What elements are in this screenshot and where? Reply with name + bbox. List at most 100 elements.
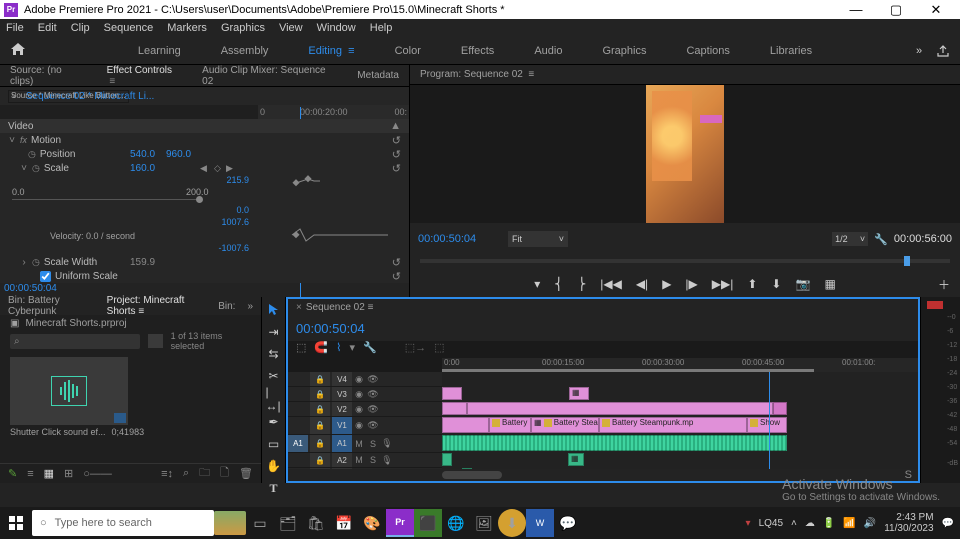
resolution-dropdown[interactable]: 1/2˅ — [832, 232, 868, 246]
minecraft-icon[interactable]: ⬛ — [414, 509, 442, 537]
menu-view[interactable]: View — [279, 22, 303, 34]
lock-a2[interactable]: 🔒 — [310, 453, 330, 467]
icon-view-icon[interactable]: ▦ — [44, 467, 54, 480]
settings-icon[interactable]: 🔧 — [363, 341, 377, 354]
ws-learning[interactable]: Learning — [138, 45, 181, 57]
project-tab[interactable]: Project: Minecraft Shorts ≡ — [107, 295, 207, 317]
stopwatch-icon[interactable]: ◷ — [32, 163, 40, 174]
ws-captions[interactable]: Captions — [686, 45, 729, 57]
program-monitor[interactable] — [410, 85, 960, 223]
target-a2[interactable]: A2 — [332, 453, 352, 467]
scale-keyframe-graph[interactable] — [258, 175, 388, 215]
new-bin-button[interactable]: 🗀 — [199, 464, 210, 483]
lock-v3[interactable]: 🔒 — [310, 387, 330, 401]
selection-tool[interactable] — [266, 303, 282, 317]
taskbar-search[interactable]: ○ Type here to search — [32, 510, 214, 536]
timeline-timecode[interactable]: 00:00:50:04 — [288, 321, 418, 336]
insert-icon[interactable]: ⬚→ — [405, 341, 426, 354]
mark-out-icon[interactable]: ⎬ — [577, 277, 586, 291]
eye-v4[interactable]: 👁 — [366, 372, 380, 386]
overwrite-icon[interactable]: ⬚ — [434, 341, 444, 354]
delete-icon[interactable]: 🗑 — [239, 467, 253, 480]
target-v4[interactable]: V4 — [332, 372, 352, 386]
news-icon[interactable] — [214, 511, 246, 535]
pen-tool[interactable]: ✒ — [266, 415, 282, 429]
tray-battery-icon[interactable]: 🔋 — [823, 518, 835, 529]
slip-tool[interactable]: |↔| — [266, 391, 282, 407]
item-name[interactable]: Shutter Click sound ef... — [10, 427, 106, 437]
program-timecode[interactable]: 00:00:50:04 — [418, 233, 508, 245]
mute-a1[interactable]: M — [352, 435, 366, 452]
menu-window[interactable]: Window — [317, 22, 356, 34]
scale-slider[interactable] — [12, 199, 202, 200]
marker-icon[interactable]: ▾ — [349, 341, 355, 354]
extract-icon[interactable]: ⬇ — [771, 277, 781, 291]
target-v3[interactable]: V3 — [332, 387, 352, 401]
mute-v3[interactable]: ◉ — [352, 387, 366, 401]
lock-v4[interactable]: 🔒 — [310, 372, 330, 386]
razor-tool[interactable]: ✂ — [266, 369, 282, 383]
hand-tool[interactable]: ✋ — [266, 459, 282, 473]
rectangle-tool[interactable]: ▭ — [266, 437, 282, 451]
mute-v4[interactable]: ◉ — [352, 372, 366, 386]
clip-v1-2[interactable]: Battery Sta — [489, 417, 531, 433]
wrench-icon[interactable]: 🔧 — [874, 233, 888, 246]
link-icon[interactable]: ⌇ — [336, 341, 341, 354]
find-icon[interactable]: ⌕ — [183, 467, 189, 480]
sort-icon[interactable]: ≡↕ — [161, 468, 173, 480]
menu-markers[interactable]: Markers — [167, 22, 207, 34]
tray-app-icon[interactable]: ▾ — [746, 518, 751, 529]
lock-a1[interactable]: 🔒 — [310, 435, 330, 452]
src-a1[interactable]: A1 — [288, 435, 308, 452]
bin-tab-1[interactable]: Bin: Battery Cyberpunk — [8, 295, 95, 317]
ec-time-ruler[interactable]: 0 00:00:20:00 00: — [258, 105, 409, 119]
ripple-edit-tool[interactable]: ⇆ — [266, 347, 282, 361]
export-frame-icon[interactable]: 📷 — [795, 277, 810, 291]
scale-slider-thumb[interactable] — [196, 196, 203, 203]
button-editor-icon[interactable]: ＋ — [938, 276, 950, 293]
zoom-slider[interactable]: ○—— — [83, 468, 112, 480]
reset-icon[interactable]: ↺ — [392, 162, 401, 175]
target-v1[interactable]: V1 — [332, 417, 352, 434]
list-view-icon[interactable]: ≡ — [27, 468, 33, 480]
ws-editing[interactable]: Editing ≡ — [308, 45, 354, 57]
ec-motion[interactable]: Motion — [31, 135, 61, 146]
uniform-scale-checkbox[interactable] — [40, 271, 51, 282]
close-button[interactable]: ✕ — [916, 2, 956, 18]
lock-v2[interactable]: 🔒 — [310, 402, 330, 416]
solo-a1[interactable]: S — [366, 435, 380, 452]
store-icon[interactable]: 🛍 — [302, 509, 330, 537]
word-icon[interactable]: W — [526, 509, 554, 537]
ws-libraries[interactable]: Libraries — [770, 45, 812, 57]
explorer-icon[interactable]: 🗂 — [274, 509, 302, 537]
ws-graphics[interactable]: Graphics — [602, 45, 646, 57]
type-tool[interactable]: T — [266, 481, 282, 496]
program-tab[interactable]: Program: Sequence 02 — [420, 69, 523, 80]
tab-metadata[interactable]: Metadata — [357, 70, 399, 81]
kf-next[interactable]: ▶ — [226, 163, 233, 174]
tab-source[interactable]: Source: (no clips) — [10, 65, 87, 87]
calendar-icon[interactable]: 📅 — [330, 509, 358, 537]
zoom-fit-dropdown[interactable]: Fit˅ — [508, 231, 568, 247]
comparison-icon[interactable]: ▦ — [824, 277, 835, 291]
ec-video-toggle[interactable]: ▲ — [390, 120, 401, 132]
clip-a2-1[interactable] — [442, 453, 452, 466]
bin-tab-2[interactable]: Bin: — [218, 301, 235, 312]
tab-audio-mixer[interactable]: Audio Clip Mixer: Sequence 02 — [202, 65, 337, 87]
timeline-scrollbar[interactable]: S — [288, 469, 918, 481]
clip-v1-5[interactable]: Show — [747, 417, 787, 433]
nest-icon[interactable]: ⬚ — [296, 341, 306, 354]
new-item-button[interactable]: 🗋 — [220, 464, 229, 483]
ec-position-y[interactable]: 960.0 — [166, 149, 191, 160]
clip-a2-2[interactable]: ▦ — [568, 453, 584, 466]
freeform-view-icon[interactable]: ⊞ — [64, 467, 73, 480]
mute-v2[interactable]: ◉ — [352, 402, 366, 416]
menu-edit[interactable]: Edit — [38, 22, 57, 34]
bin-overflow[interactable]: » — [247, 301, 253, 312]
new-bin-icon[interactable] — [148, 334, 163, 348]
clip-v1-1[interactable] — [442, 417, 489, 433]
mute-v1[interactable]: ◉ — [352, 417, 366, 434]
mark-in-icon[interactable]: ⎨ — [554, 277, 563, 291]
kf-add[interactable]: ◇ — [214, 163, 221, 174]
velocity-graph[interactable] — [258, 217, 388, 253]
